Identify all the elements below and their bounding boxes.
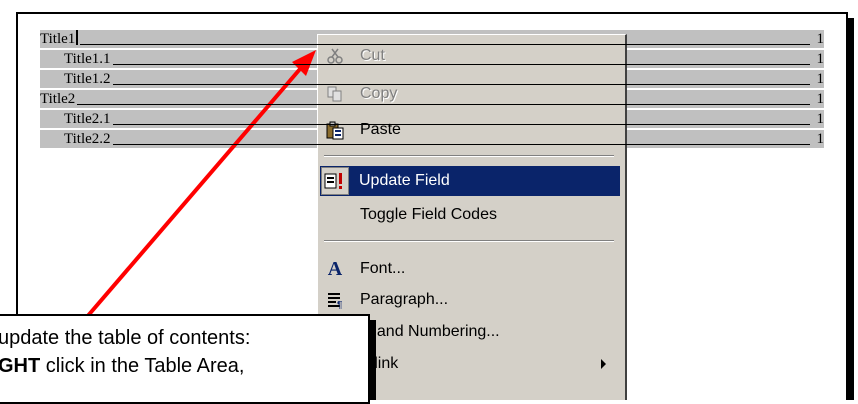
text-cursor <box>76 30 79 45</box>
scissors-icon <box>320 41 350 71</box>
instruction-callout: update the table of contents: GHT click … <box>0 314 370 404</box>
toc-entry-title: Title1.1 <box>64 51 113 68</box>
toc-page-number: 1 <box>816 71 825 87</box>
frame-shadow <box>848 18 854 400</box>
svg-text:¶: ¶ <box>337 300 342 309</box>
toc-leader-line <box>112 123 810 125</box>
toc-leader-line <box>77 103 810 105</box>
toc-entry-title: Title2.1 <box>64 111 113 128</box>
menu-item-label: Toggle Field Codes <box>360 206 497 223</box>
menu-separator <box>324 155 614 157</box>
callout-shadow <box>370 320 376 400</box>
callout-line-2: GHT click in the Table Area, <box>0 355 245 377</box>
menu-item-cut[interactable]: Cut <box>320 41 620 71</box>
toc-entry-title: Title1 <box>40 30 81 48</box>
toc-leader-line <box>112 143 810 145</box>
toc-page-number: 1 <box>816 131 825 147</box>
menu-item-update-field[interactable]: Update Field <box>320 166 620 196</box>
toc-entry-title: Title2.2 <box>64 131 113 148</box>
menu-item-label: Font... <box>360 260 406 277</box>
menu-item-label: Paragraph... <box>360 291 449 308</box>
toc-leader-line <box>112 63 810 65</box>
toc-page-number: 1 <box>816 91 825 107</box>
toc-page-number: 1 <box>816 111 825 127</box>
toc-page-number: 1 <box>816 31 825 47</box>
callout-line-1: update the table of contents: <box>0 327 251 349</box>
menu-item-paragraph[interactable]: ¶ Paragraph... <box>320 285 620 315</box>
toc-entry-title: Title2 <box>40 91 78 108</box>
screenshot-frame: Title1 1 Title1.1 1 Title1.2 1 Title2 1 … <box>0 0 858 404</box>
callout-emphasis: GHT <box>0 355 41 377</box>
menu-item-label: Update Field <box>359 172 450 189</box>
update-field-icon <box>321 167 349 195</box>
menu-item-label: ts and Numbering... <box>360 323 500 340</box>
font-icon: A <box>327 257 343 280</box>
paragraph-icon: ¶ <box>320 285 350 315</box>
toc-page-number: 1 <box>816 51 825 67</box>
toc-entry-title: Title1.2 <box>64 71 113 88</box>
menu-item-toggle-field-codes[interactable]: Toggle Field Codes <box>320 200 620 230</box>
menu-item-label: Copy <box>360 85 398 102</box>
toc-leader-line <box>112 83 810 85</box>
menu-separator <box>324 240 614 242</box>
menu-item-font[interactable]: A Font... <box>320 254 620 284</box>
menu-item-paste[interactable]: Paste <box>320 115 620 145</box>
submenu-arrow-icon <box>601 359 606 369</box>
clipboard-icon <box>320 115 350 145</box>
toc-leader-line <box>80 43 810 45</box>
